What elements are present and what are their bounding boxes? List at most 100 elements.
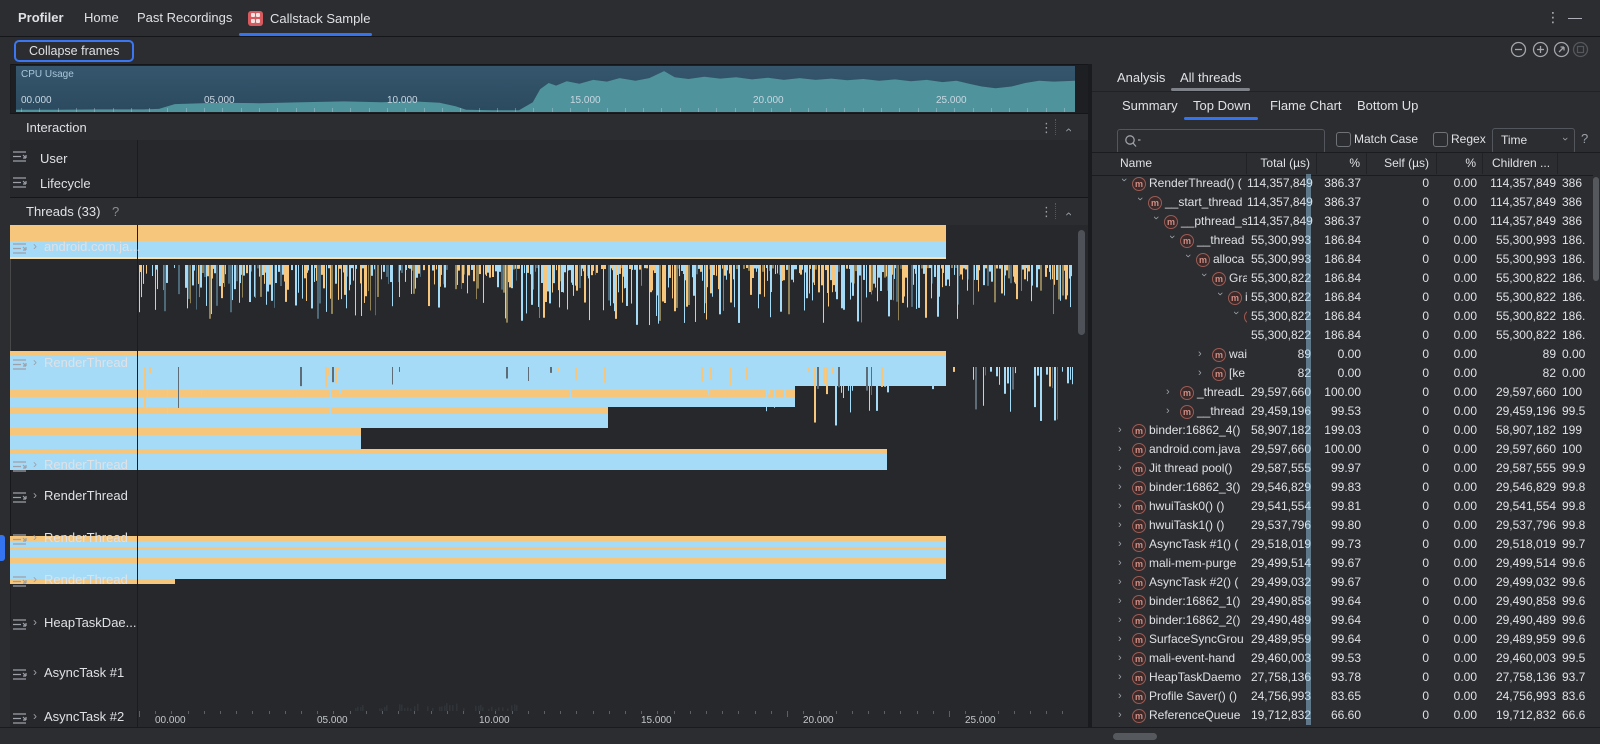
- thread-label[interactable]: AsyncTask #2: [44, 709, 124, 724]
- thread-label[interactable]: RenderThread: [44, 355, 128, 370]
- collapse-node-icon[interactable]: ›: [1194, 273, 1213, 283]
- table-row[interactable]: ›m__thread29,459,19699.5300.0029,459,196…: [1092, 402, 1600, 421]
- match-case-checkbox[interactable]: [1336, 132, 1351, 147]
- thread-label[interactable]: RenderThread: [44, 488, 128, 503]
- table-row[interactable]: ›mmali-mem-purge29,499,51499.6700.0029,4…: [1092, 554, 1600, 573]
- table-row[interactable]: ›m[ke820.0000.00820.00: [1092, 364, 1600, 383]
- nav-profiler[interactable]: Profiler: [18, 10, 64, 25]
- table-scrollbar-thumb[interactable]: [1593, 177, 1599, 281]
- threads-more-icon[interactable]: ⋮: [1040, 204, 1053, 220]
- expand-node-icon[interactable]: ›: [1198, 364, 1208, 383]
- table-row[interactable]: ›mmali-event-hand29,460,00399.5300.0029,…: [1092, 649, 1600, 668]
- left-scrollbar-thumb[interactable]: [1078, 230, 1085, 335]
- interaction-collapse-icon[interactable]: ›: [1061, 128, 1075, 132]
- thread-expand-chevron[interactable]: ›: [33, 665, 37, 679]
- column-header-self-pct[interactable]: %: [1437, 153, 1483, 174]
- nav-home[interactable]: Home: [84, 10, 119, 25]
- table-row[interactable]: ›m__pthread_s114,357,849386.3700.00114,3…: [1092, 212, 1600, 231]
- threads-help-icon[interactable]: ?: [112, 204, 119, 219]
- table-row[interactable]: ›mRenderThread() (114,357,849386.3700.00…: [1092, 174, 1600, 193]
- table-row[interactable]: ›mhwuiTask0() ()29,541,55499.8100.0029,5…: [1092, 497, 1600, 516]
- thread-expand-chevron[interactable]: ›: [33, 355, 37, 369]
- table-row[interactable]: ›mGra55,300,822186.8400.0055,300,822186.: [1092, 269, 1600, 288]
- column-header-pct[interactable]: %: [1317, 153, 1367, 174]
- table-row[interactable]: ›m(55,300,822186.8400.0055,300,822186.: [1092, 307, 1600, 326]
- regex-checkbox[interactable]: [1433, 132, 1448, 147]
- expand-node-icon[interactable]: ›: [1198, 345, 1208, 364]
- collapse-node-icon[interactable]: ›: [1162, 235, 1181, 245]
- interaction-row-user[interactable]: User: [40, 151, 67, 166]
- table-row[interactable]: ›mJit thread pool()29,587,55599.9700.002…: [1092, 459, 1600, 478]
- thread-expand-chevron[interactable]: ›: [33, 709, 37, 723]
- collapse-node-icon[interactable]: ›: [1210, 292, 1229, 302]
- horizontal-scrollbar-thumb[interactable]: [1113, 733, 1157, 740]
- filter-type-dropdown[interactable]: Time ›: [1492, 128, 1575, 154]
- thread-label[interactable]: HeapTaskDae...: [44, 615, 137, 630]
- table-row[interactable]: ›mProfile Saver() ()24,756,99383.6500.00…: [1092, 687, 1600, 706]
- expand-node-icon[interactable]: ›: [1118, 592, 1128, 611]
- window-minimize-icon[interactable]: —: [1568, 9, 1582, 25]
- thread-label[interactable]: RenderThread: [44, 572, 128, 587]
- collapse-node-icon[interactable]: ›: [1178, 254, 1197, 264]
- column-header-children[interactable]: Children ...: [1483, 153, 1558, 174]
- table-row[interactable]: ›mAsyncTask #2() (29,499,03299.6700.0029…: [1092, 573, 1600, 592]
- thread-label[interactable]: RenderThread: [44, 457, 128, 472]
- thread-expand-chevron[interactable]: ›: [33, 572, 37, 586]
- expand-node-icon[interactable]: ›: [1118, 554, 1128, 573]
- tab-flame-chart[interactable]: Flame Chart: [1270, 98, 1342, 113]
- thread-label[interactable]: android.com.ja...: [44, 239, 140, 254]
- threads-collapse-icon[interactable]: ›: [1061, 212, 1075, 216]
- collapse-node-icon[interactable]: ›: [1114, 178, 1133, 188]
- zoom-in-icon[interactable]: [1532, 41, 1549, 58]
- tab-summary[interactable]: Summary: [1122, 98, 1178, 113]
- collapse-frames-button[interactable]: Collapse frames: [14, 40, 134, 62]
- expand-node-icon[interactable]: ›: [1118, 516, 1128, 535]
- search-field[interactable]: [1117, 129, 1325, 154]
- table-row[interactable]: ›m__thread55,300,993186.8400.0055,300,99…: [1092, 231, 1600, 250]
- expand-node-icon[interactable]: ›: [1118, 440, 1128, 459]
- thread-expand-chevron[interactable]: ›: [33, 530, 37, 544]
- expand-node-icon[interactable]: ›: [1118, 630, 1128, 649]
- thread-expand-chevron[interactable]: ›: [33, 488, 37, 502]
- expand-node-icon[interactable]: ›: [1166, 383, 1176, 402]
- expand-node-icon[interactable]: ›: [1118, 497, 1128, 516]
- interaction-section-header[interactable]: Interaction ⋮ ›: [10, 113, 1088, 141]
- table-row[interactable]: ›mbinder:16862_3()29,546,82999.8300.0029…: [1092, 478, 1600, 497]
- expand-node-icon[interactable]: ›: [1118, 421, 1128, 440]
- tab-bottom-up[interactable]: Bottom Up: [1357, 98, 1418, 113]
- column-header-total[interactable]: Total (µs): [1247, 153, 1317, 174]
- table-row[interactable]: ›mAsyncTask #1() (29,518,01999.7300.0029…: [1092, 535, 1600, 554]
- thread-label[interactable]: RenderThread: [44, 530, 128, 545]
- expand-node-icon[interactable]: ›: [1166, 402, 1176, 421]
- window-more-icon[interactable]: ⋮: [1546, 9, 1560, 26]
- table-row[interactable]: ›m_threadL29,597,660100.0000.0029,597,66…: [1092, 383, 1600, 402]
- expand-node-icon[interactable]: ›: [1118, 706, 1128, 725]
- table-row[interactable]: ›mbinder:16862_1()29,490,85899.6400.0029…: [1092, 592, 1600, 611]
- column-header-self[interactable]: Self (µs): [1367, 153, 1437, 174]
- zoom-out-icon[interactable]: [1510, 41, 1527, 58]
- tab-all-threads[interactable]: All threads: [1180, 70, 1241, 85]
- filter-help-icon[interactable]: ?: [1581, 131, 1588, 146]
- expand-node-icon[interactable]: ›: [1118, 535, 1128, 554]
- expand-node-icon[interactable]: ›: [1118, 649, 1128, 668]
- expand-node-icon[interactable]: ›: [1118, 459, 1128, 478]
- table-row[interactable]: ›mReferenceQueue19,712,83266.6000.0019,7…: [1092, 706, 1600, 725]
- table-row[interactable]: ›mbinder:16862_2()29,490,48999.6400.0029…: [1092, 611, 1600, 630]
- thread-expand-chevron[interactable]: ›: [33, 457, 37, 471]
- collapse-node-icon[interactable]: ›: [1146, 216, 1165, 226]
- thread-expand-chevron[interactable]: ›: [33, 615, 37, 629]
- table-row[interactable]: ›mandroid.com.java29,597,660100.0000.002…: [1092, 440, 1600, 459]
- table-row[interactable]: ›mbinder:16862_4()58,907,182199.0300.005…: [1092, 421, 1600, 440]
- interaction-row-lifecycle[interactable]: Lifecycle: [40, 176, 91, 191]
- table-row[interactable]: m55,300,822186.8400.0055,300,822186.: [1092, 326, 1600, 345]
- column-header-name[interactable]: Name: [1092, 153, 1247, 174]
- table-row[interactable]: ›malloca55,300,993186.8400.0055,300,9931…: [1092, 250, 1600, 269]
- interaction-more-icon[interactable]: ⋮: [1040, 120, 1053, 136]
- table-row[interactable]: ›m__start_thread114,357,849386.3700.0011…: [1092, 193, 1600, 212]
- tab-top-down[interactable]: Top Down: [1193, 98, 1251, 113]
- table-row[interactable]: ›mi55,300,822186.8400.0055,300,822186.: [1092, 288, 1600, 307]
- expand-node-icon[interactable]: ›: [1118, 687, 1128, 706]
- column-header-children-pct[interactable]: [1558, 153, 1600, 174]
- reset-zoom-icon[interactable]: [1553, 41, 1570, 58]
- thread-expand-chevron[interactable]: ›: [33, 239, 37, 253]
